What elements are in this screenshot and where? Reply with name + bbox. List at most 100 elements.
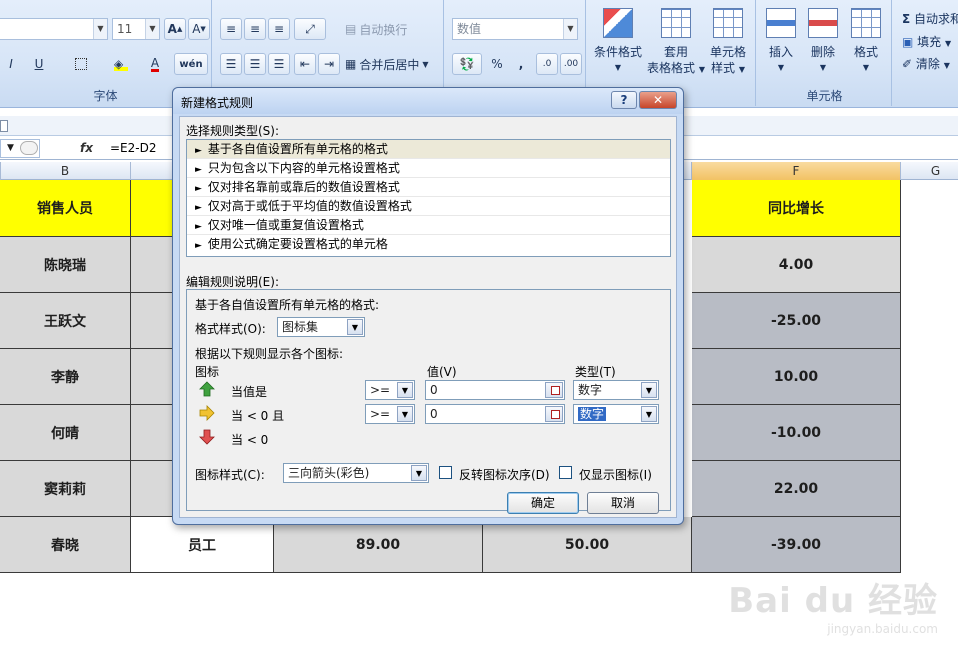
- column-header-g[interactable]: G: [901, 162, 958, 180]
- font-name-combo[interactable]: ▼: [0, 18, 108, 40]
- table-row-name[interactable]: 何晴: [0, 405, 131, 461]
- table-format-button[interactable]: 套用 表格格式 ▼: [644, 8, 708, 78]
- rule2-value-input[interactable]: 0: [425, 404, 565, 424]
- list-item[interactable]: ► 仅对排名靠前或靠后的数值设置格式: [187, 178, 670, 197]
- increase-indent-button[interactable]: ⇥: [318, 53, 340, 75]
- watermark-brand: Bai du 经验: [728, 581, 938, 621]
- delete-button[interactable]: 删除 ▼: [802, 8, 844, 76]
- wrap-text-button[interactable]: ▤ 自动换行: [344, 18, 424, 40]
- align-top-button[interactable]: ≡: [220, 18, 242, 40]
- clear-button[interactable]: ✐ 清除 ▼: [902, 55, 950, 72]
- baidu-watermark: Bai du 经验 jingyan.baidu.com: [728, 573, 938, 636]
- table-row-name[interactable]: 李静: [0, 349, 131, 405]
- rule1-type-select[interactable]: 数字 ▼: [573, 380, 659, 400]
- cancel-button[interactable]: 取消: [587, 492, 659, 514]
- list-item[interactable]: ► 使用公式确定要设置格式的单元格: [187, 235, 670, 254]
- decrease-indent-button[interactable]: ⇤: [294, 53, 316, 75]
- header-cell-growth[interactable]: 同比增长: [692, 180, 901, 237]
- table-row-growth[interactable]: 10.00: [692, 349, 901, 405]
- reverse-order-checkbox[interactable]: [439, 466, 452, 479]
- shrink-font-button[interactable]: A ▼: [188, 18, 210, 40]
- font-color-button[interactable]: A: [140, 53, 170, 75]
- cell-style-label-2: 样式: [711, 61, 736, 75]
- comma-button[interactable]: ,: [510, 53, 532, 75]
- formula-cancel-icon[interactable]: [20, 141, 38, 155]
- chevron-down-icon: ▼: [422, 59, 429, 69]
- table-row-growth[interactable]: -39.00: [692, 517, 901, 573]
- currency-button[interactable]: 💱: [452, 53, 482, 75]
- type-column-label: 类型(T): [575, 365, 616, 379]
- percent-button[interactable]: %: [486, 53, 508, 75]
- range-picker-icon[interactable]: [545, 406, 563, 422]
- column-header-b[interactable]: B: [0, 162, 131, 180]
- table-row-growth[interactable]: -10.00: [692, 405, 901, 461]
- chevron-down-icon: ▼: [641, 406, 657, 422]
- rule1-operator-select[interactable]: >= ▼: [365, 380, 415, 400]
- watermark-url: jingyan.baidu.com: [827, 622, 938, 636]
- align-middle-button[interactable]: ≡: [244, 18, 266, 40]
- fx-icon[interactable]: fx: [80, 141, 93, 155]
- orientation-button[interactable]: ⤢: [294, 18, 326, 40]
- conditional-format-button[interactable]: 条件格式 ▼: [590, 8, 646, 76]
- rule-editor: 基于各自值设置所有单元格的格式: 格式样式(O): 图标集 ▼ 根据以下规则显示各…: [186, 289, 671, 514]
- rule1-value-input[interactable]: 0: [425, 380, 565, 400]
- table-row-growth[interactable]: -25.00: [692, 293, 901, 349]
- fill-button[interactable]: ▣ 填充 ▼: [902, 33, 951, 50]
- help-button[interactable]: ?: [611, 91, 637, 109]
- chevron-down-icon: ▼: [862, 63, 870, 72]
- rule2-operator-select[interactable]: >= ▼: [365, 404, 415, 424]
- rule2-type-select[interactable]: 数字 ▼: [573, 404, 659, 424]
- table-row-role[interactable]: 员工: [131, 517, 274, 573]
- table-row-growth[interactable]: 22.00: [692, 461, 901, 517]
- triangle-right-icon: ►: [195, 165, 202, 175]
- insert-label: 插入: [768, 45, 793, 59]
- format-button[interactable]: 格式 ▼: [844, 8, 888, 76]
- arrow-up-green-icon: [199, 381, 215, 397]
- table-row-d[interactable]: 89.00: [274, 517, 483, 573]
- border-button[interactable]: [64, 53, 98, 75]
- italic-button[interactable]: I: [2, 53, 20, 75]
- list-item[interactable]: ► 基于各自值设置所有单元格的格式: [187, 140, 670, 159]
- merge-center-button[interactable]: ▦ 合并后居中 ▼: [344, 53, 440, 75]
- align-right-button[interactable]: ☰: [268, 53, 290, 75]
- chevron-down-icon: ▼: [641, 382, 657, 398]
- header-cell-salesperson[interactable]: 销售人员: [0, 180, 131, 237]
- insert-button[interactable]: 插入 ▼: [760, 8, 802, 76]
- list-item[interactable]: ► 仅对高于或低于平均值的数值设置格式: [187, 197, 670, 216]
- increase-decimal-button[interactable]: .0: [536, 53, 558, 75]
- autosum-button[interactable]: Σ 自动求和: [902, 10, 958, 27]
- align-center-button[interactable]: ☰: [244, 53, 266, 75]
- font-size-combo[interactable]: 11 ▼: [112, 18, 160, 40]
- table-row-name[interactable]: 窦莉莉: [0, 461, 131, 517]
- insert-cells-icon: [766, 8, 796, 38]
- column-header-f[interactable]: F: [692, 162, 901, 180]
- align-left-button[interactable]: ☰: [220, 53, 242, 75]
- table-row-name[interactable]: 陈晓瑞: [0, 237, 131, 293]
- close-button[interactable]: ✕: [639, 91, 677, 109]
- grow-font-button[interactable]: A ▲: [164, 18, 186, 40]
- table-row-growth[interactable]: 4.00: [692, 237, 901, 293]
- arrow-down-red-icon: [199, 429, 215, 445]
- icon-only-label: 仅显示图标(I): [579, 468, 652, 482]
- list-item[interactable]: ► 仅对唯一值或重复值设置格式: [187, 216, 670, 235]
- range-picker-icon[interactable]: [545, 382, 563, 398]
- phonetic-button[interactable]: wén: [174, 53, 208, 75]
- ok-button[interactable]: 确定: [507, 492, 579, 514]
- icon-style-select[interactable]: 三向箭头(彩色) ▼: [283, 463, 429, 483]
- delete-cells-icon: [808, 8, 838, 38]
- table-row-e[interactable]: 50.00: [483, 517, 692, 573]
- icon-only-checkbox[interactable]: [559, 466, 572, 479]
- rule-type-list[interactable]: ► 基于各自值设置所有单元格的格式 ► 只为包含以下内容的单元格设置格式 ► 仅对排名…: [186, 139, 671, 257]
- table-row-name[interactable]: 春晓: [0, 517, 131, 573]
- table-row-name[interactable]: 王跃文: [0, 293, 131, 349]
- decrease-decimal-button[interactable]: .00: [560, 53, 582, 75]
- fill-color-button[interactable]: ◈: [104, 53, 138, 75]
- sheet-icon: [0, 120, 8, 132]
- cell-style-button[interactable]: 单元格 样式 ▼: [702, 8, 754, 78]
- underline-button[interactable]: U: [28, 53, 50, 75]
- list-item[interactable]: ► 只为包含以下内容的单元格设置格式: [187, 159, 670, 178]
- formula-input[interactable]: =E2-D2: [110, 141, 156, 155]
- align-bottom-button[interactable]: ≡: [268, 18, 290, 40]
- format-style-select[interactable]: 图标集 ▼: [277, 317, 365, 337]
- number-format-combo[interactable]: 数值 ▼: [452, 18, 578, 40]
